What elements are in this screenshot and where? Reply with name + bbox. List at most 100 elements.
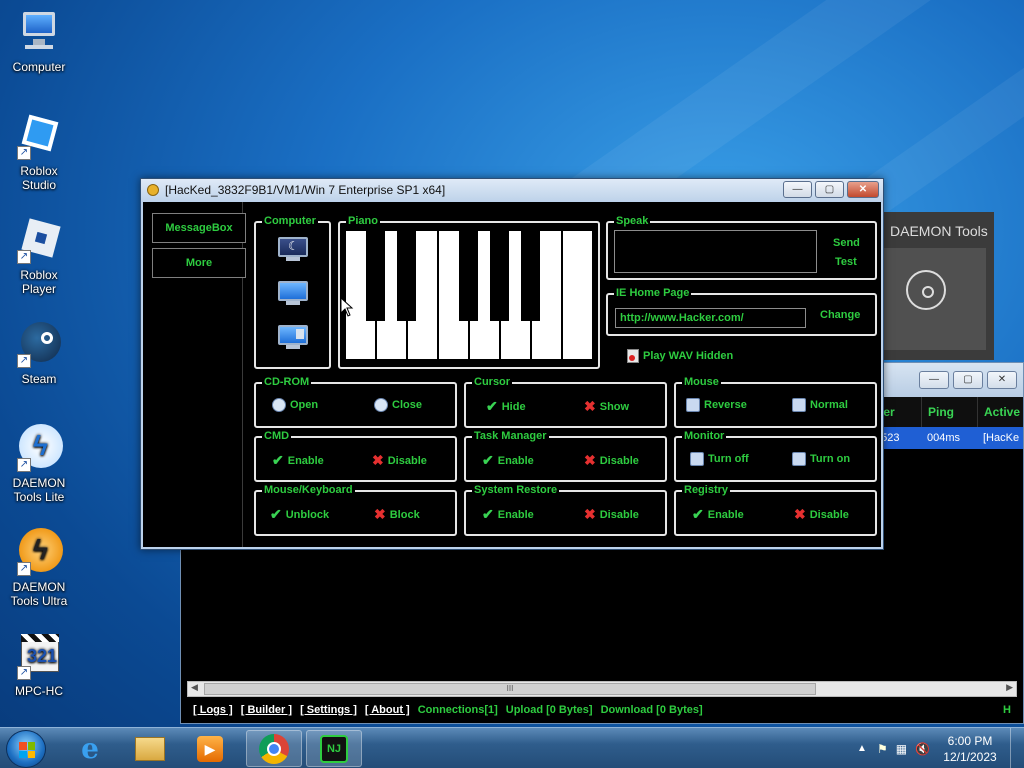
chrome-icon [259,733,289,764]
home-page-url-input[interactable] [615,308,806,328]
computer-group: Computer ☾ [254,214,331,369]
desktop-icon-computer[interactable]: Computer [2,8,76,74]
scroll-right-arrow[interactable]: ▶ [1006,682,1013,693]
taskbar-njrat-button[interactable]: NJ [306,730,362,767]
sysrestore-disable-button[interactable]: ✖ Disable [584,506,639,523]
messagebox-button[interactable]: MessageBox [152,213,246,243]
group-label: CMD [262,429,292,443]
check-icon: ✔ [482,506,494,522]
mouse-normal-button[interactable]: Normal [792,398,848,412]
desktop-icon-daemon-ultra[interactable]: ϟ ↗ DAEMON Tools Ultra [2,528,76,608]
minimize-button[interactable]: — [783,181,812,198]
desktop-icon-roblox-studio[interactable]: ↗ Roblox Studio [2,112,76,192]
remote-control-window[interactable]: [HacKed_3832F9B1/VM1/Win 7 Enterprise SP… [140,178,884,550]
desktop-icon-mpc-hc[interactable]: 321 ↗ MPC-HC [2,632,76,698]
sysrestore-enable-button[interactable]: ✔ Enable [482,506,534,523]
volume-muted-icon[interactable]: 🔇 [915,742,930,756]
group-label: Computer [262,214,318,228]
njrat-icon: NJ [320,734,348,763]
desktop-icon-daemon-lite[interactable]: ϟ ↗ DAEMON Tools Lite [2,424,76,504]
network-icon[interactable]: ▦ [896,742,907,756]
window-titlebar[interactable]: [HacKed_3832F9B1/VM1/Win 7 Enterprise SP… [141,179,883,201]
cursor-hide-button[interactable]: ✔ Hide [486,398,526,415]
monitor-icon [792,452,806,466]
action-center-flag-icon[interactable]: ⚑ [877,742,888,756]
play-wav-hidden-button[interactable]: Play WAV Hidden [627,349,733,363]
change-button[interactable]: Change [820,309,860,321]
check-icon: ✔ [692,506,704,522]
mousekb-block-button[interactable]: ✖ Block [374,506,420,523]
monitor-on-button[interactable]: Turn on [792,452,850,466]
check-icon: ✔ [482,452,494,468]
taskbar: e ▶ NJ ▲ ⚑ ▦ 🔇 6:00 PM 12/1/2023 [0,727,1024,768]
group-label: Registry [682,483,731,497]
column-ping[interactable]: Ping [921,397,977,427]
close-button[interactable]: ✕ [847,181,879,198]
taskbar-chrome-button[interactable] [246,730,302,767]
about-link[interactable]: [ About ] [365,704,410,716]
restart-computer-button[interactable] [278,281,308,307]
desktop-icon-steam[interactable]: ↗ Steam [2,320,76,386]
check-icon: ✔ [272,452,284,468]
monitor-off-button[interactable]: Turn off [690,452,749,466]
clock-date: 12/1/2023 [943,749,997,764]
piano-white-key[interactable] [563,231,592,359]
scrollbar-thumb[interactable]: III [204,683,816,695]
sleep-computer-button[interactable]: ☾ [278,237,308,263]
media-player-icon: ▶ [197,735,223,762]
show-hidden-icons-icon[interactable]: ▲ [857,743,867,754]
desktop-icon-roblox-player[interactable]: ↗ Roblox Player [2,216,76,296]
mouse-reverse-button[interactable]: Reverse [686,398,747,412]
registry-enable-button[interactable]: ✔ Enable [692,506,744,523]
x-icon: ✖ [584,506,596,522]
taskmgr-disable-button[interactable]: ✖ Disable [584,452,639,469]
taskbar-ie-button[interactable]: e [62,730,118,767]
shutdown-computer-button[interactable] [278,325,308,351]
clock[interactable]: 6:00 PM 12/1/2023 [934,733,1006,765]
maximize-button[interactable]: ▢ [953,371,983,389]
close-button[interactable]: ✕ [987,371,1017,389]
minimize-button[interactable]: — [919,371,949,389]
cdrom-close-button[interactable]: Close [374,398,422,412]
daemon-tools-ultra-icon: ϟ ↗ [15,528,63,576]
cdrom-open-button[interactable]: Open [272,398,318,412]
piano-black-key[interactable] [459,231,478,321]
column-active[interactable]: Active [977,397,1023,427]
taskmgr-enable-button[interactable]: ✔ Enable [482,452,534,469]
piano-black-key[interactable] [366,231,385,321]
cmd-enable-button[interactable]: ✔ Enable [272,452,324,469]
daemon-widget-title: DAEMON Tools [890,223,988,239]
start-button[interactable] [6,730,46,768]
desktop-icon-label: DAEMON Tools Ultra [10,580,68,608]
taskbar-media-button[interactable]: ▶ [182,730,238,767]
mouse-group: Mouse Reverse Normal [674,375,877,428]
taskbar-explorer-button[interactable] [122,730,178,767]
monitor-icon [690,452,704,466]
system-restore-group: System Restore ✔ Enable ✖ Disable [464,483,667,536]
test-button[interactable]: Test [835,256,857,268]
registry-group: Registry ✔ Enable ✖ Disable [674,483,877,536]
logs-link[interactable]: [ Logs ] [193,704,233,716]
maximize-button[interactable]: ▢ [815,181,844,198]
mousekb-unblock-button[interactable]: ✔ Unblock [270,506,329,523]
cmd-disable-button[interactable]: ✖ Disable [372,452,427,469]
settings-link[interactable]: [ Settings ] [300,704,357,716]
virtual-drive-slot[interactable] [884,248,986,350]
piano-black-key[interactable] [521,231,540,321]
send-button[interactable]: Send [833,237,860,249]
more-button[interactable]: More [152,248,246,278]
piano-black-key[interactable] [490,231,509,321]
x-icon: ✖ [584,452,596,468]
show-desktop-button[interactable] [1010,728,1024,768]
app-icon [147,184,159,196]
piano-keyboard[interactable] [346,231,592,359]
registry-disable-button[interactable]: ✖ Disable [794,506,849,523]
cursor-show-button[interactable]: ✖ Show [584,398,629,415]
horizontal-scrollbar[interactable]: ◀ III ▶ [187,681,1017,697]
scroll-left-arrow[interactable]: ◀ [191,682,198,693]
piano-black-key[interactable] [397,231,416,321]
desktop-icon-label: Steam [21,372,57,386]
builder-link[interactable]: [ Builder ] [241,704,292,716]
speak-text-input[interactable] [614,230,817,273]
daemon-tools-widget[interactable]: DAEMON Tools [884,212,994,360]
